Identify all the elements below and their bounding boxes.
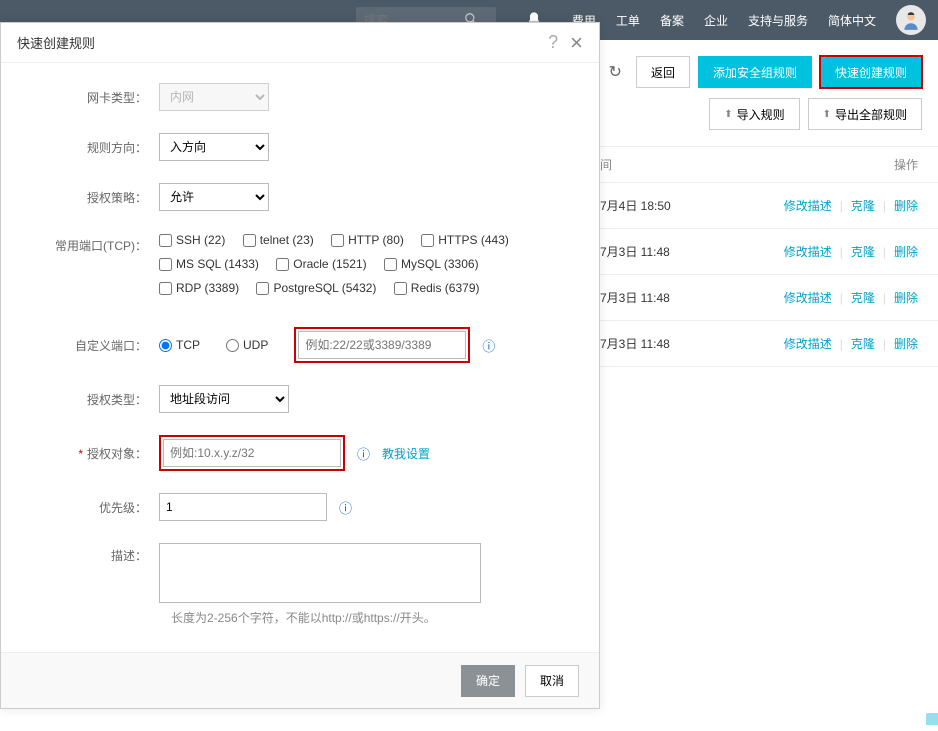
ok-button[interactable]: 确定 <box>461 665 515 697</box>
info-icon[interactable]: ⓘ <box>339 498 352 517</box>
direction-select[interactable]: 入方向 <box>159 133 269 161</box>
table-row: 7月3日 11:48 修改描述|克隆|删除 <box>600 321 938 367</box>
table-row: 7月3日 11:48 修改描述|克隆|删除 <box>600 275 938 321</box>
modal-header: 快速创建规则 ? × <box>1 23 599 63</box>
desc-hint: 长度为2-256个字符，不能以http://或https://开头。 <box>171 609 569 626</box>
rules-table: 间 操作 7月4日 18:50 修改描述|克隆|删除 7月3日 11:48 修改… <box>600 146 938 367</box>
table-header: 间 操作 <box>600 147 938 183</box>
cell-ops: 修改描述|克隆|删除 <box>740 243 938 260</box>
teach-link[interactable]: 教我设置 <box>382 445 430 462</box>
label-nic-type: 网卡类型： <box>31 89 159 106</box>
cell-ops: 修改描述|克隆|删除 <box>740 289 938 306</box>
export-button[interactable]: 导出全部规则 <box>808 98 922 130</box>
delete-link[interactable]: 删除 <box>894 199 918 213</box>
cell-time: 7月4日 18:50 <box>600 197 740 214</box>
auth-obj-input[interactable] <box>163 439 341 467</box>
col-time-header: 间 <box>600 156 740 173</box>
port-postgresql-checkbox[interactable]: PostgreSQL (5432) <box>256 281 376 295</box>
nic-type-select: 内网 <box>159 83 269 111</box>
port-http-checkbox[interactable]: HTTP (80) <box>331 233 404 247</box>
desc-textarea[interactable] <box>159 543 481 603</box>
label-direction: 规则方向： <box>31 139 159 156</box>
label-desc: 描述： <box>31 543 159 564</box>
modal-body: 网卡类型： 内网 规则方向： 入方向 授权策略： 允许 常用端口(TCP)： S… <box>1 63 599 652</box>
clone-link[interactable]: 克隆 <box>851 199 875 213</box>
avatar[interactable] <box>896 5 926 35</box>
label-priority: 优先级： <box>31 499 159 516</box>
help-icon[interactable]: ? <box>548 32 558 53</box>
port-rdp-checkbox[interactable]: RDP (3389) <box>159 281 239 295</box>
port-mysql-checkbox[interactable]: MySQL (3306) <box>384 257 479 271</box>
port-redis-checkbox[interactable]: Redis (6379) <box>394 281 480 295</box>
info-icon[interactable]: ⓘ <box>482 336 495 355</box>
clone-link[interactable]: 克隆 <box>851 291 875 305</box>
import-button[interactable]: 导入规则 <box>709 98 799 130</box>
back-button[interactable]: 返回 <box>636 56 690 88</box>
modal-title: 快速创建规则 <box>17 33 95 52</box>
label-auth-type: 授权类型： <box>31 391 159 408</box>
priority-input[interactable] <box>159 493 327 521</box>
add-rule-button[interactable]: 添加安全组规则 <box>698 56 812 88</box>
corner-decoration <box>926 713 938 725</box>
col-op-header: 操作 <box>740 156 938 173</box>
delete-link[interactable]: 删除 <box>894 245 918 259</box>
delete-link[interactable]: 删除 <box>894 337 918 351</box>
cell-time: 7月3日 11:48 <box>600 289 740 306</box>
modify-link[interactable]: 修改描述 <box>784 337 832 351</box>
nav-ticket[interactable]: 工单 <box>616 12 640 29</box>
cell-time: 7月3日 11:48 <box>600 243 740 260</box>
table-row: 7月3日 11:48 修改描述|克隆|删除 <box>600 229 938 275</box>
port-https-checkbox[interactable]: HTTPS (443) <box>421 233 509 247</box>
cell-time: 7月3日 11:48 <box>600 335 740 352</box>
clone-link[interactable]: 克隆 <box>851 245 875 259</box>
info-icon[interactable]: ⓘ <box>357 444 370 463</box>
port-mssql-checkbox[interactable]: MS SQL (1433) <box>159 257 259 271</box>
policy-select[interactable]: 允许 <box>159 183 269 211</box>
modify-link[interactable]: 修改描述 <box>784 291 832 305</box>
label-auth-obj: *授权对象： <box>31 445 159 462</box>
nav-enterprise[interactable]: 企业 <box>704 12 728 29</box>
table-row: 7月4日 18:50 修改描述|克隆|删除 <box>600 183 938 229</box>
nav-support[interactable]: 支持与服务 <box>748 12 808 29</box>
cell-ops: 修改描述|克隆|删除 <box>740 197 938 214</box>
cancel-button[interactable]: 取消 <box>525 665 579 697</box>
cell-ops: 修改描述|克隆|删除 <box>740 335 938 352</box>
refresh-icon[interactable]: ↻ <box>609 62 622 82</box>
proto-udp-radio[interactable]: UDP <box>226 338 268 352</box>
port-ssh-checkbox[interactable]: SSH (22) <box>159 233 225 247</box>
close-icon[interactable]: × <box>570 30 583 56</box>
port-telnet-checkbox[interactable]: telnet (23) <box>243 233 314 247</box>
proto-tcp-radio[interactable]: TCP <box>159 338 200 352</box>
delete-link[interactable]: 删除 <box>894 291 918 305</box>
modify-link[interactable]: 修改描述 <box>784 199 832 213</box>
label-policy: 授权策略： <box>31 189 159 206</box>
label-custom-port: 自定义端口： <box>31 337 159 354</box>
quick-create-button[interactable]: 快速创建规则 <box>820 56 922 88</box>
modify-link[interactable]: 修改描述 <box>784 245 832 259</box>
modal-footer: 确定 取消 <box>1 652 599 708</box>
custom-port-input[interactable] <box>298 331 466 359</box>
port-oracle-checkbox[interactable]: Oracle (1521) <box>276 257 366 271</box>
label-common-ports: 常用端口(TCP)： <box>31 233 159 254</box>
nav-beian[interactable]: 备案 <box>660 12 684 29</box>
clone-link[interactable]: 克隆 <box>851 337 875 351</box>
quick-create-modal: 快速创建规则 ? × 网卡类型： 内网 规则方向： 入方向 授权策略： 允许 常… <box>0 22 600 709</box>
nav-lang[interactable]: 简体中文 <box>828 12 876 29</box>
auth-type-select[interactable]: 地址段访问 <box>159 385 289 413</box>
